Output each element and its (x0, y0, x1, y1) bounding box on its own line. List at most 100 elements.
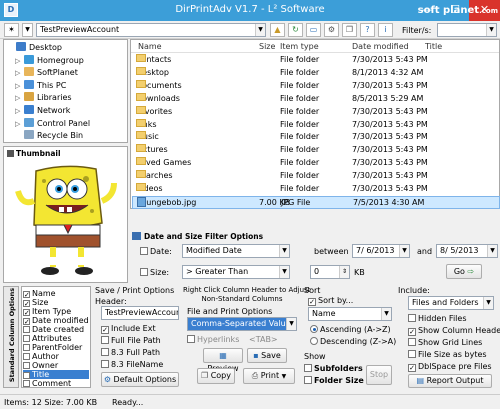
tree-item[interactable]: ▷ This PC (15, 79, 66, 92)
column-option[interactable]: Date created (23, 325, 89, 334)
checkbox-unchecked[interactable] (101, 360, 109, 368)
star-add-icon[interactable]: ✶ (4, 23, 19, 37)
file-row[interactable]: Links File folder 7/30/2013 5:43 PM (132, 118, 500, 132)
tree-item[interactable]: ▷ Network (15, 105, 70, 117)
dropdown-icon[interactable]: ▼ (22, 23, 33, 37)
go-button[interactable]: Go ⇨ (446, 264, 482, 279)
chevron-down-icon[interactable]: ▼ (487, 245, 497, 257)
preview-button[interactable]: ▦ Preview (203, 348, 243, 373)
chevron-down-icon[interactable]: ▼ (286, 318, 296, 330)
stop-button[interactable]: Stop (366, 365, 392, 385)
show-grid-lines-checkbox[interactable]: Show Grid Lines (408, 338, 482, 347)
chevron-down-icon[interactable]: ▼ (483, 297, 493, 309)
folder-size-checkbox[interactable]: Folder Size (304, 376, 364, 385)
date-filter-checkbox[interactable]: Date: (140, 247, 172, 256)
checkbox-unchecked[interactable] (408, 350, 416, 358)
chevron-down-icon[interactable]: ▼ (279, 245, 289, 257)
column-option[interactable]: ✓ Title (23, 370, 89, 380)
checkbox-unchecked[interactable] (304, 364, 312, 372)
checkbox-checked[interactable]: ✓ (308, 298, 316, 306)
date-checkbox-box[interactable] (140, 247, 148, 255)
copy-icon[interactable]: ❐ (342, 23, 357, 37)
checkbox-unchecked[interactable] (101, 348, 109, 356)
default-options-button[interactable]: ⚙ Default Options (101, 372, 179, 387)
column-option[interactable]: ✓ Size (23, 298, 89, 308)
expand-icon[interactable]: ▷ (15, 80, 24, 92)
column-option[interactable]: ✓ Name (23, 289, 89, 299)
radio-selected[interactable] (310, 325, 318, 333)
checkbox-checked[interactable]: ✓ (23, 291, 30, 299)
checkbox-unchecked[interactable] (408, 338, 416, 346)
size-value-input[interactable]: 0 ⇕ (310, 265, 350, 279)
column-option[interactable]: Author (23, 352, 89, 361)
save-button[interactable]: ▪ Save (247, 348, 287, 363)
ascending-radio[interactable]: Ascending (A->Z) (310, 325, 391, 334)
file-row[interactable]: spungebob.jpg 7.00 KB JPG File 7/5/2013 4:3… (132, 195, 500, 209)
checkbox-checked[interactable]: ✓ (101, 326, 109, 334)
spinner-icon[interactable]: ⇕ (339, 266, 349, 278)
file-row[interactable]: Videos File folder 7/30/2013 5:43 PM (132, 183, 500, 196)
file-row[interactable]: Searches File folder 7/30/2013 5:43 PM (132, 170, 500, 183)
file-row[interactable]: Favorites File folder 7/30/2013 5:43 PM (132, 105, 500, 119)
checkbox-unchecked[interactable] (23, 353, 30, 360)
size-checkbox-box[interactable] (140, 268, 148, 276)
size-mode-select[interactable]: > Greater Than ▼ (182, 265, 290, 279)
dblspace-checkbox[interactable]: ✓ DblSpace pre Files (408, 362, 492, 372)
file-row[interactable]: Contacts File folder 7/30/2013 5:43 PM (132, 54, 500, 67)
chevron-down-icon[interactable]: ▼ (486, 24, 496, 36)
folder-up-icon[interactable]: ▲ (270, 23, 285, 37)
sort-field-select[interactable]: Name ▼ (308, 307, 392, 321)
chevron-down-icon[interactable]: ▼ (381, 308, 391, 320)
expand-icon[interactable]: ▷ (15, 118, 24, 130)
settings-icon[interactable]: ⚙ (324, 23, 339, 37)
short-full-path-checkbox[interactable]: 8.3 Full Path (101, 348, 160, 357)
column-option[interactable]: ✓ Item Type (23, 307, 89, 317)
size-filter-checkbox[interactable]: Size: (140, 268, 169, 277)
print-button[interactable]: ⎙ Print ▼ (243, 368, 295, 384)
col-header-name[interactable]: Name (138, 40, 162, 53)
tree-item[interactable]: Desktop (7, 42, 62, 54)
date-to-picker[interactable]: 8/ 5/2013 ▼ (436, 244, 498, 258)
file-row[interactable]: Saved Games File folder 7/30/2013 5:43 PM (132, 157, 500, 170)
column-option[interactable]: Comment (23, 379, 89, 388)
expand-icon[interactable]: ▷ (15, 105, 24, 117)
checkbox-unchecked[interactable] (304, 376, 312, 384)
tree-item[interactable]: ▷ Homegroup (15, 54, 84, 67)
file-row[interactable]: Downloads File folder 8/5/2013 5:29 AM (132, 92, 500, 106)
tree-item[interactable]: ▷ Control Panel (15, 117, 90, 130)
chevron-down-icon[interactable]: ▼ (282, 373, 287, 380)
full-file-path-checkbox[interactable]: Full File Path (101, 336, 161, 345)
chevron-down-icon[interactable]: ▼ (255, 24, 265, 36)
tree-item[interactable]: ▷ SoftPlanet (15, 67, 78, 79)
include-mode-select[interactable]: Files and Folders ▼ (408, 296, 494, 310)
file-row[interactable]: Documents File folder 7/30/2013 5:43 PM (132, 79, 500, 93)
expand-icon[interactable]: ▷ (15, 67, 24, 79)
column-option[interactable]: Attributes (23, 334, 89, 343)
col-header-date[interactable]: Date modified (352, 40, 409, 53)
file-row[interactable]: Desktop File folder 8/1/2013 4:32 AM (132, 66, 500, 80)
hidden-files-checkbox[interactable]: Hidden Files (408, 314, 466, 323)
report-output-button[interactable]: ▤ Report Output (408, 374, 492, 388)
checkbox-checked[interactable]: ✓ (408, 328, 416, 336)
checkbox-checked[interactable]: ✓ (23, 318, 30, 326)
checkbox-unchecked[interactable] (408, 314, 416, 322)
column-option[interactable]: ✓ Date modified (23, 316, 89, 326)
chevron-down-icon[interactable]: ▼ (399, 245, 409, 257)
col-header-title[interactable]: Title (425, 40, 442, 53)
checkbox-checked[interactable]: ✓ (23, 300, 30, 308)
column-option[interactable]: Owner (23, 361, 89, 370)
col-header-type[interactable]: Item type (280, 40, 319, 53)
checkbox-checked[interactable]: ✓ (23, 372, 30, 380)
show-column-headers-checkbox[interactable]: ✓ Show Column Headers (408, 326, 500, 336)
refresh-icon[interactable]: ↻ (288, 23, 303, 37)
radio-unselected[interactable] (310, 337, 318, 345)
monitor-icon[interactable]: ▭ (306, 23, 321, 37)
checkbox-unchecked[interactable] (101, 336, 109, 344)
checkbox-unchecked[interactable] (23, 344, 30, 351)
date-mode-select[interactable]: Modified Date ▼ (182, 244, 290, 258)
checkbox-unchecked[interactable] (23, 326, 30, 333)
short-file-name-checkbox[interactable]: 8.3 FileName (101, 360, 163, 369)
checkbox-checked[interactable]: ✓ (408, 364, 416, 372)
info-icon[interactable]: i (378, 23, 393, 37)
tree-item[interactable]: Recycle Bin (15, 130, 83, 142)
